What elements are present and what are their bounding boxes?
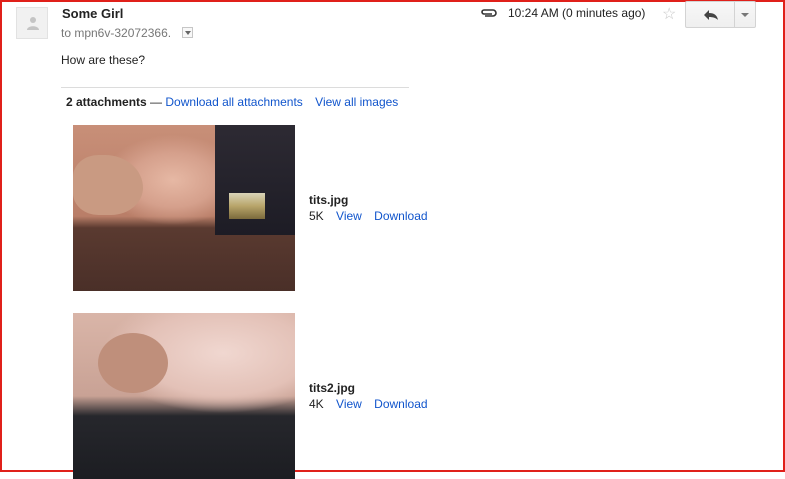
thumbnail-detail	[73, 155, 143, 215]
recipient-details-dropdown[interactable]	[182, 27, 193, 38]
attachments-separator: —	[150, 95, 163, 109]
attachment-meta: 4K View Download	[309, 397, 428, 411]
more-actions-button[interactable]	[734, 1, 756, 28]
attachments-divider	[61, 87, 409, 88]
attachment-view-link[interactable]: View	[336, 397, 362, 411]
view-all-images-link[interactable]: View all images	[315, 95, 398, 109]
attachment-thumbnail[interactable]	[73, 125, 295, 291]
attachment-download-link[interactable]: Download	[374, 397, 427, 411]
attachments-header: 2 attachments — Download all attachments…	[66, 95, 398, 109]
reply-arrow-icon	[704, 10, 718, 20]
star-icon[interactable]: ☆	[662, 4, 676, 24]
reply-button[interactable]	[685, 1, 735, 28]
recipient-line: to mpn6v-32072366.	[61, 26, 172, 40]
thumbnail-detail	[98, 333, 168, 393]
message-body: How are these?	[61, 53, 146, 67]
attachment-thumbnail[interactable]	[73, 313, 295, 479]
sender-avatar[interactable]	[16, 7, 48, 39]
person-icon	[27, 17, 39, 30]
attachment-filename: tits2.jpg	[309, 381, 356, 395]
paperclip-icon	[481, 9, 497, 17]
attachments-count: 2 attachments	[66, 95, 147, 109]
attachment-size: 5K	[309, 209, 324, 223]
attachment-download-link[interactable]: Download	[374, 209, 427, 223]
thumbnail-detail	[229, 193, 265, 219]
sender-name[interactable]: Some Girl	[62, 6, 123, 21]
attachment-meta: 5K View Download	[309, 209, 428, 223]
attachment-size: 4K	[309, 397, 324, 411]
attachment-view-link[interactable]: View	[336, 209, 362, 223]
download-all-link[interactable]: Download all attachments	[165, 95, 302, 109]
message-timestamp: 10:24 AM (0 minutes ago)	[508, 6, 646, 20]
attachment-filename: tits.jpg	[309, 193, 349, 207]
